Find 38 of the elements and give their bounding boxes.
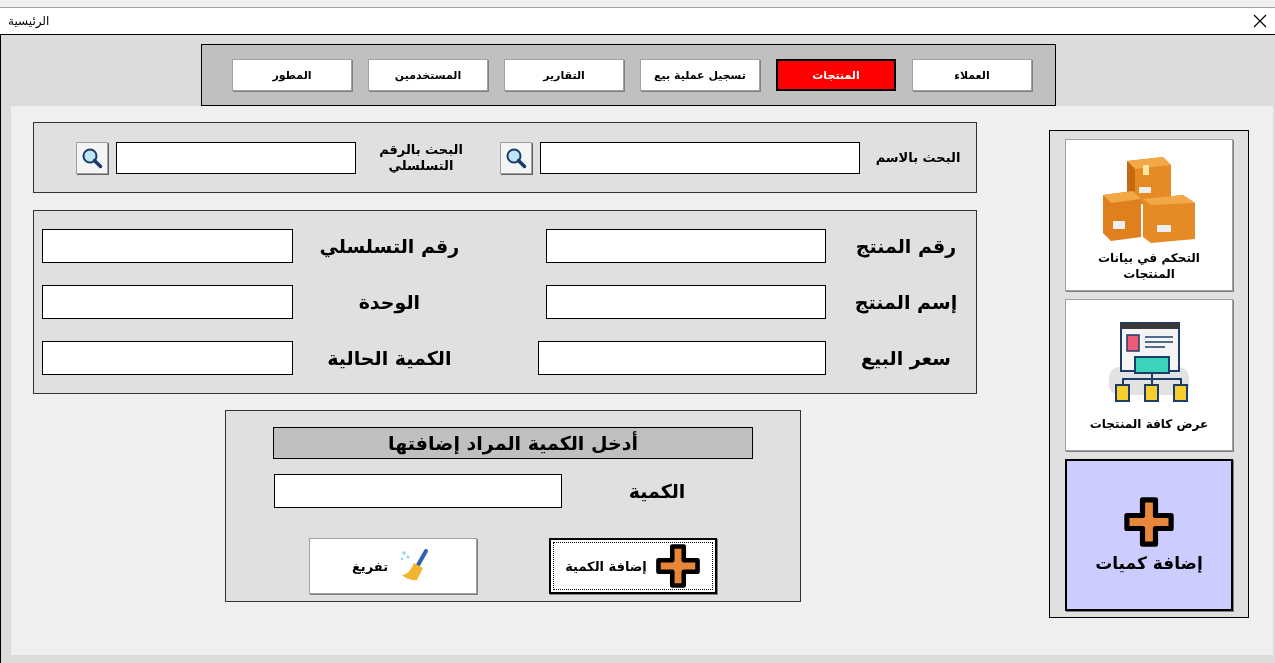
- plus-icon: [654, 543, 701, 589]
- quantity-label: الكمية: [627, 480, 687, 502]
- input-field[interactable]: [538, 341, 826, 375]
- field-label: الوحدة: [357, 291, 422, 313]
- input-field[interactable]: [546, 285, 826, 319]
- field-label: رقم التسلسلي: [318, 235, 461, 257]
- side-button[interactable]: التحكم في بيانات المنتجات: [1065, 139, 1233, 291]
- tab[interactable]: العملاء: [912, 59, 1032, 91]
- window-title: الرئيسية: [8, 14, 50, 28]
- field-label: الكمية الحالية: [326, 347, 453, 369]
- search-label: البحث بالاسم: [874, 149, 962, 166]
- quantity-heading: أدخل الكمية المراد إضافتها: [273, 427, 753, 459]
- input-field[interactable]: [42, 229, 293, 263]
- search-field[interactable]: [116, 141, 356, 174]
- tab[interactable]: المنتجات: [776, 59, 896, 91]
- tab[interactable]: المطور: [232, 59, 352, 91]
- tab[interactable]: التقارير: [504, 59, 624, 91]
- search-button[interactable]: [76, 141, 108, 174]
- tab[interactable]: المستخدمين: [368, 59, 488, 91]
- search-icon: [81, 146, 103, 169]
- side-button[interactable]: إضافة كميات: [1065, 459, 1233, 611]
- field-label: رقم المنتج: [854, 235, 958, 257]
- field-label: سعر البيع: [860, 347, 952, 369]
- quantity-field[interactable]: [274, 474, 562, 508]
- search-button[interactable]: [500, 141, 532, 174]
- input-field[interactable]: [42, 285, 293, 319]
- plus-icon: [1123, 495, 1175, 548]
- search-icon: [505, 146, 527, 169]
- input-field[interactable]: [546, 229, 826, 263]
- field-label: إسم المنتج: [853, 291, 959, 313]
- clear-button[interactable]: تفريغ: [309, 538, 477, 594]
- search-field[interactable]: [540, 141, 860, 174]
- close-icon[interactable]: [1253, 14, 1267, 28]
- add-quantity-button[interactable]: إضافة الكمية: [549, 538, 717, 594]
- input-field[interactable]: [42, 341, 293, 375]
- side-button[interactable]: عرض كافة المنتجات: [1065, 299, 1233, 451]
- tab[interactable]: تسجيل عملية بيع: [640, 59, 760, 91]
- search-label: البحث بالرقم التسلسلي: [378, 141, 464, 174]
